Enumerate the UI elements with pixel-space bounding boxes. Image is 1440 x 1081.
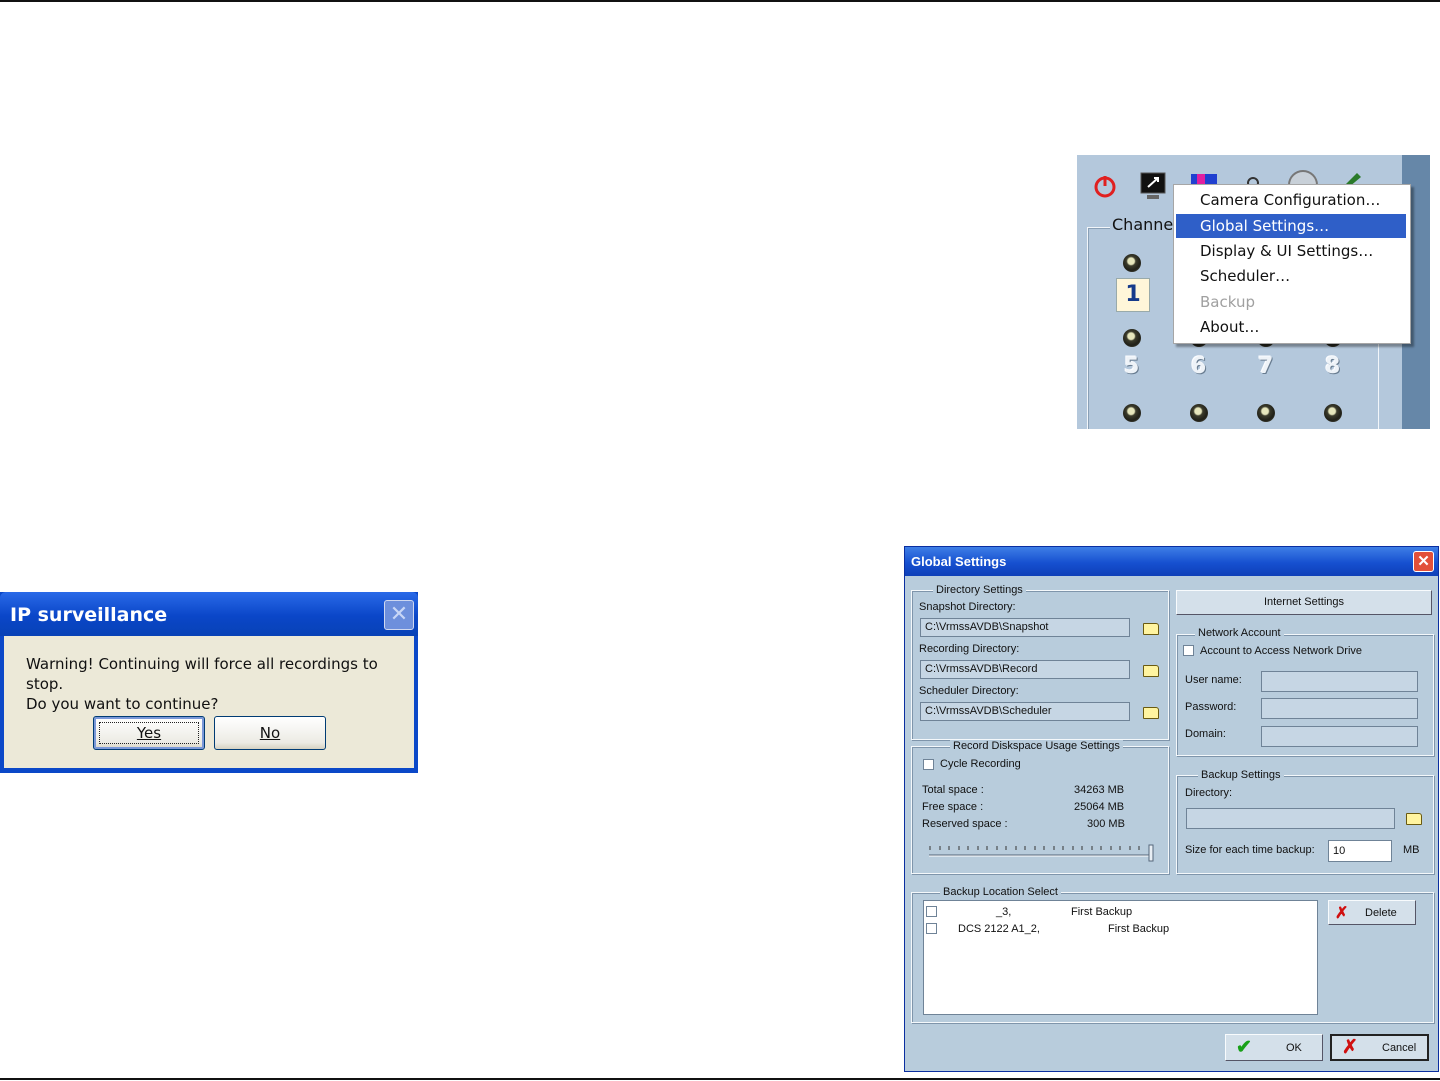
monitor-icon[interactable] [1139,171,1167,199]
internet-settings-button[interactable]: Internet Settings [1176,590,1432,615]
menu-item-backup: Backup [1200,293,1255,311]
backup-settings-title: Backup Settings [1198,769,1284,781]
backup-item-checkbox[interactable] [926,923,937,934]
backup-directory-field[interactable] [1186,808,1395,829]
channel-5-button[interactable]: 5 [1124,354,1139,379]
warning-title-bar[interactable]: IP surveillance ✕ [0,592,418,636]
password-field[interactable] [1261,698,1418,719]
backup-location-list[interactable]: _3, First Backup DCS 2122 A1_2, First Ba… [923,900,1318,1015]
menu-item-camera-configuration[interactable]: Camera Configuration… [1176,188,1406,212]
backup-item-name: First Backup [1108,923,1170,935]
total-space-value: 34263 MB [1074,784,1125,796]
list-item[interactable]: DCS 2122 A1_2, First Backup [924,921,1314,937]
reserved-space-value: 300 MB [1087,818,1125,830]
close-button[interactable]: ✕ [1413,551,1434,572]
backup-item-camera: DCS 2122 A1_2, [958,923,1040,935]
recording-directory-label: Recording Directory: [919,643,1020,655]
yes-button[interactable]: Yes [93,716,205,750]
backup-item-camera: _3, [996,906,1012,918]
global-settings-dialog: Global Settings ✕ Directory Settings Sna… [904,546,1439,1072]
checkmark-icon: ✔ [1236,1037,1252,1058]
recording-folder-icon[interactable] [1143,665,1159,677]
close-icon: ✕ [1417,553,1430,570]
reserved-space-label: Reserved space : [922,818,1008,830]
backup-size-unit: MB [1403,844,1420,856]
backup-folder-icon[interactable] [1406,813,1422,825]
channel-6-button[interactable]: 6 [1191,354,1206,379]
settings-dropdown-menu: Camera Configuration… Global Settings… D… [1173,184,1411,344]
menu-item-about[interactable]: About… [1176,315,1406,339]
warning-dialog: IP surveillance ✕ Warning! Continuing wi… [0,592,418,773]
backup-item-name: First Backup [1071,906,1133,918]
domain-label: Domain: [1185,728,1226,740]
cancel-button[interactable]: ✗ Cancel [1330,1034,1429,1061]
ok-button-label: OK [1286,1042,1302,1054]
power-icon[interactable] [1091,172,1119,200]
channel-group-title: Channel [1110,215,1180,234]
username-label: User name: [1185,674,1242,686]
backup-location-title: Backup Location Select [940,886,1061,898]
no-button[interactable]: No [214,716,326,750]
reserved-space-slider[interactable] [925,843,1157,863]
no-button-label: No [259,724,281,742]
menu-item-scheduler[interactable]: Scheduler… [1176,264,1406,288]
network-account-title: Network Account [1195,627,1284,639]
free-space-label: Free space : [922,801,984,813]
menu-item-global-settings[interactable]: Global Settings… [1176,214,1406,238]
scheduler-directory-field[interactable]: C:\VrmssAVDB\Scheduler [920,702,1130,721]
snapshot-directory-label: Snapshot Directory: [919,601,1016,613]
cycle-recording-checkbox[interactable] [923,759,934,770]
warning-message: Warning! Continuing will force all recor… [26,654,414,714]
directory-settings-title: Directory Settings [933,584,1026,596]
channel-indicator-led [1257,404,1275,422]
password-label: Password: [1185,701,1237,713]
snapshot-directory-field[interactable]: C:\VrmssAVDB\Snapshot [920,618,1130,637]
username-field[interactable] [1261,671,1418,692]
delete-button-label: Delete [1365,907,1397,919]
top-page-rule [0,0,1440,2]
cycle-recording-label: Cycle Recording [940,758,1021,770]
channel-indicator-led [1190,404,1208,422]
dialog-title: Global Settings [911,554,1007,569]
focus-rect [99,722,199,744]
bottom-page-rule [0,1078,1440,1080]
network-drive-checkbox[interactable] [1183,645,1194,656]
channel-indicator-led [1324,404,1342,422]
diskspace-settings-title: Record Diskspace Usage Settings [950,740,1123,752]
toolbar-screenshot: Channel 1 5 6 7 8 Camera Configuration… … [1077,155,1430,429]
warning-message-line2: Do you want to continue? [26,695,219,713]
delete-button[interactable]: ✗ Delete [1328,900,1416,925]
menu-item-display-ui-settings[interactable]: Display & UI Settings… [1176,239,1406,263]
warning-title: IP surveillance [10,604,168,626]
scheduler-directory-label: Scheduler Directory: [919,685,1019,697]
snapshot-folder-icon[interactable] [1143,623,1159,635]
warning-body: Warning! Continuing will force all recor… [4,636,414,768]
list-item[interactable]: _3, First Backup [924,904,1314,920]
close-icon: ✕ [389,602,409,627]
backup-size-label: Size for each time backup: [1185,844,1315,856]
total-space-label: Total space : [922,784,984,796]
delete-x-icon: ✗ [1335,905,1349,922]
cancel-button-label: Cancel [1382,1042,1417,1054]
recording-directory-field[interactable]: C:\VrmssAVDB\Record [920,660,1130,679]
scheduler-folder-icon[interactable] [1143,707,1159,719]
channel-indicator-led [1123,254,1141,272]
ok-button[interactable]: ✔ OK [1225,1034,1323,1061]
network-drive-label: Account to Access Network Drive [1200,645,1363,657]
channel-7-button[interactable]: 7 [1258,354,1273,379]
dialog-title-bar[interactable]: Global Settings ✕ [905,547,1438,576]
warning-close-button: ✕ [384,600,414,630]
backup-item-checkbox[interactable] [926,906,937,917]
cancel-x-icon: ✗ [1342,1037,1358,1058]
backup-size-field[interactable]: 10 [1328,840,1392,862]
channel-indicator-led [1123,329,1141,347]
channel-1-button[interactable]: 1 [1116,278,1150,312]
channel-8-button[interactable]: 8 [1325,354,1340,379]
domain-field[interactable] [1261,726,1418,747]
channel-indicator-led [1123,404,1141,422]
free-space-value: 25064 MB [1074,801,1125,813]
warning-message-line1: Warning! Continuing will force all recor… [26,655,378,693]
backup-directory-label: Directory: [1185,787,1233,799]
